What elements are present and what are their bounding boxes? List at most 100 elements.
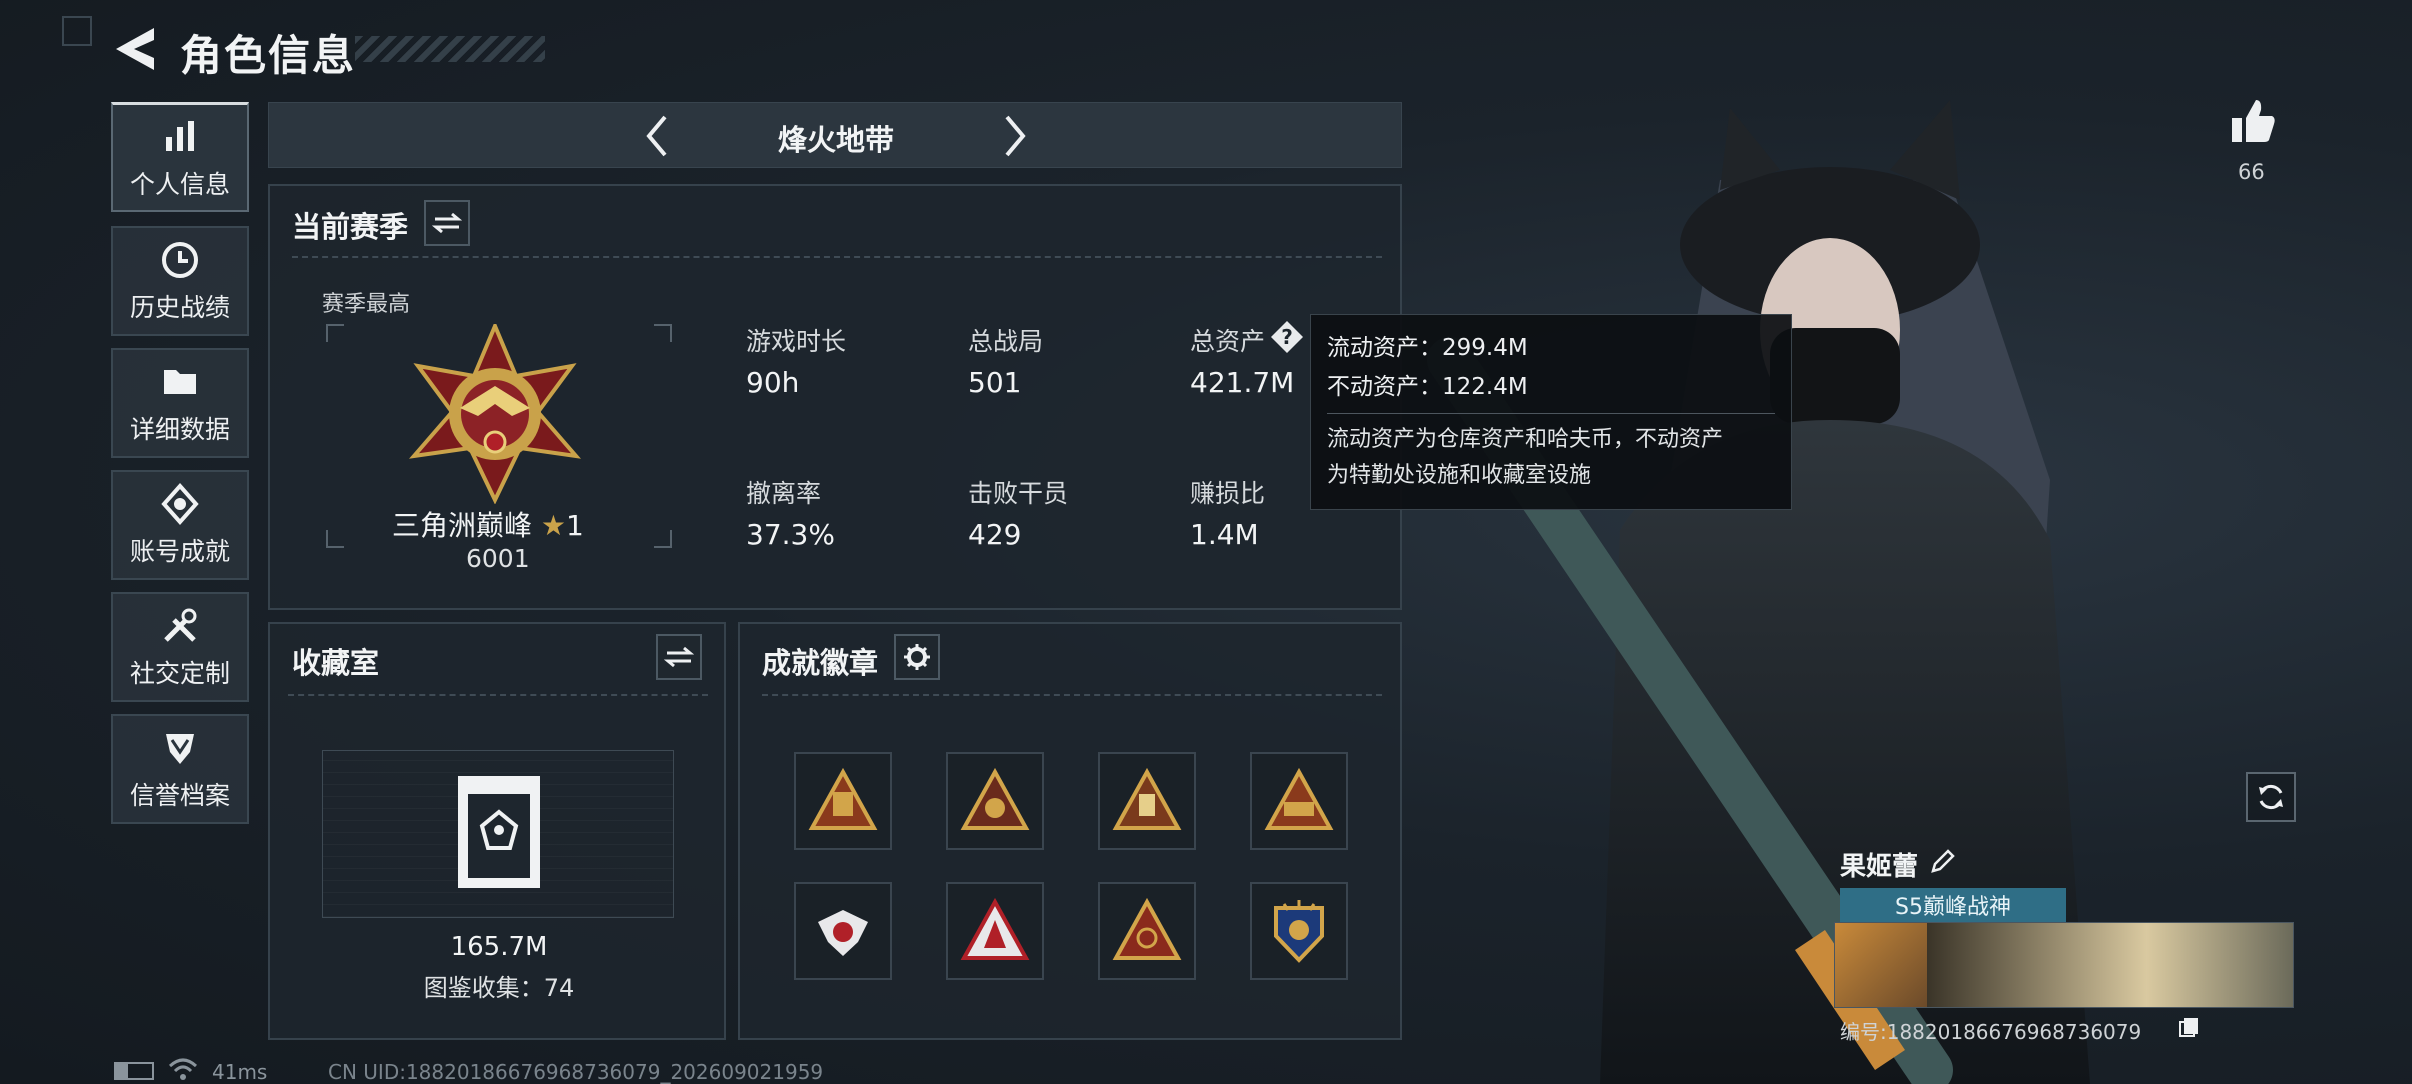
season-title: 当前赛季	[292, 210, 409, 244]
rank-stars: 1	[566, 509, 584, 542]
divider	[762, 694, 1382, 696]
folder-icon	[164, 370, 196, 394]
collection-switch-button[interactable]	[656, 634, 702, 680]
stat-value: 429	[968, 518, 1022, 551]
title-decoration	[355, 36, 545, 62]
stat-value: 90h	[746, 366, 800, 399]
collection-panel: 收藏室 165.7M 图鉴收集：74	[268, 622, 726, 1040]
rank-score: 6001	[466, 544, 530, 573]
badge-slot[interactable]	[946, 752, 1044, 850]
name-card-banner	[1927, 923, 2293, 1007]
rank-name: 三角洲巅峰	[392, 509, 533, 542]
triangle-badge-icon	[808, 767, 878, 830]
back-arrow-icon	[116, 28, 154, 70]
season-switch-button[interactable]	[424, 200, 470, 246]
nav-item-label: 信誉档案	[129, 781, 230, 810]
badge-slot[interactable]	[946, 882, 1044, 980]
avatar	[1835, 923, 1927, 1007]
vault-icon	[458, 776, 540, 888]
collection-codex: 图鉴收集：74	[423, 974, 575, 1002]
uid-line: CN UID:18820186676968736079_202609021959	[328, 1060, 824, 1084]
nav-item-label: 社交定制	[129, 659, 230, 688]
badges-panel: 成就徽章	[738, 622, 1402, 1040]
triangle-badge-icon	[960, 897, 1030, 960]
nav-item-history[interactable]: 历史战绩	[111, 226, 249, 336]
assets-desc: 流动资产为仓库资产和哈夫币，不动资产	[1327, 427, 1724, 452]
triangle-badge-icon	[1264, 767, 1334, 830]
battery-icon	[114, 1062, 154, 1080]
stat-value: 1.4M	[1190, 518, 1259, 551]
pencil-icon	[1931, 849, 1955, 873]
badge-slot[interactable]	[1098, 882, 1196, 980]
season-best-label: 赛季最高	[322, 292, 411, 317]
gear-icon	[904, 644, 930, 670]
like-count: 66	[2238, 160, 2265, 184]
bar-chart-icon	[166, 120, 194, 151]
badges-settings-button[interactable]	[894, 634, 940, 680]
badge-slot[interactable]	[1098, 752, 1196, 850]
nav-item-label: 历史战绩	[129, 293, 230, 322]
svg-text:?: ?	[1281, 325, 1293, 349]
stat-label: 赚损比	[1190, 479, 1266, 508]
copy-id-button[interactable]	[2178, 1016, 2200, 1038]
question-icon: ?	[1271, 321, 1303, 353]
season-panel: 当前赛季 赛季最高 三角洲巅峰 ★1 6001 游戏时长 90h 总战局 501…	[268, 184, 1402, 610]
nav-item-label: 个人信息	[129, 169, 230, 199]
divider	[288, 694, 708, 696]
assets-desc: 为特勤处设施和收藏室设施	[1327, 463, 1592, 488]
nav-item-detail-data[interactable]: 详细数据	[111, 348, 249, 458]
stat-label: 总资产	[1190, 327, 1266, 356]
nav-item-label: 账号成就	[129, 537, 230, 566]
shield-icon	[166, 734, 194, 764]
stat-value: 501	[968, 366, 1022, 399]
collection-value: 165.7M	[450, 932, 548, 962]
triangle-badge-icon	[1112, 767, 1182, 830]
stat-value: 421.7M	[1190, 366, 1295, 399]
rank-emblem-icon	[408, 324, 582, 504]
stat-label: 击败干员	[968, 479, 1069, 508]
collection-title: 收藏室	[292, 646, 380, 680]
badge-slot[interactable]	[794, 752, 892, 850]
copy-icon	[2179, 1018, 2198, 1037]
player-id: 编号:18820186676968736079	[1840, 1020, 2142, 1044]
stat-label: 总战局	[968, 327, 1044, 356]
mode-switcher: 烽火地带	[268, 102, 1402, 168]
edit-name-button[interactable]	[1928, 846, 1958, 876]
assets-tooltip: 流动资产：299.4M 不动资产：122.4M 流动资产为仓库资产和哈夫币，不动…	[1310, 314, 1792, 510]
nav-item-personal-info[interactable]: 个人信息	[111, 102, 249, 212]
wifi-icon	[168, 1058, 198, 1080]
nav-item-reputation[interactable]: 信誉档案	[111, 714, 249, 824]
stat-label: 游戏时长	[746, 327, 847, 356]
refresh-button[interactable]	[2246, 772, 2296, 822]
page-title: 角色信息	[180, 31, 357, 80]
liquid-assets: 流动资产：299.4M	[1327, 335, 1528, 361]
swap-icon	[432, 212, 462, 234]
corner-decoration	[62, 16, 92, 46]
mode-label: 烽火地带	[777, 123, 894, 157]
badge-slot[interactable]	[794, 882, 892, 980]
achievement-icon	[161, 482, 199, 526]
assets-help-button[interactable]: ?	[1270, 320, 1304, 354]
title-badge: S5巅峰战神	[1840, 888, 2066, 922]
next-mode-button[interactable]	[989, 111, 1039, 161]
triangle-badge-icon	[1112, 897, 1182, 960]
nav-item-achievements[interactable]: 账号成就	[111, 470, 249, 580]
divider	[1327, 413, 1775, 414]
thumbs-up-icon	[2232, 100, 2275, 142]
badge-slot[interactable]	[1250, 882, 1348, 980]
ping: 41ms	[212, 1060, 268, 1084]
winged-badge-icon	[818, 910, 868, 956]
rank-name-row: 三角洲巅峰 ★1	[392, 504, 632, 544]
back-button[interactable]	[112, 26, 160, 72]
badges-title: 成就徽章	[762, 646, 879, 680]
triangle-badge-icon	[960, 767, 1030, 830]
like-button[interactable]	[2228, 96, 2278, 146]
divider	[292, 256, 1382, 258]
star-icon: ★	[540, 509, 567, 542]
swap-icon	[664, 646, 694, 668]
stat-label: 撤离率	[746, 479, 822, 508]
fixed-assets: 不动资产：122.4M	[1327, 374, 1528, 400]
name-card[interactable]	[1834, 922, 2294, 1008]
nav-item-social-custom[interactable]: 社交定制	[111, 592, 249, 702]
badge-slot[interactable]	[1250, 752, 1348, 850]
